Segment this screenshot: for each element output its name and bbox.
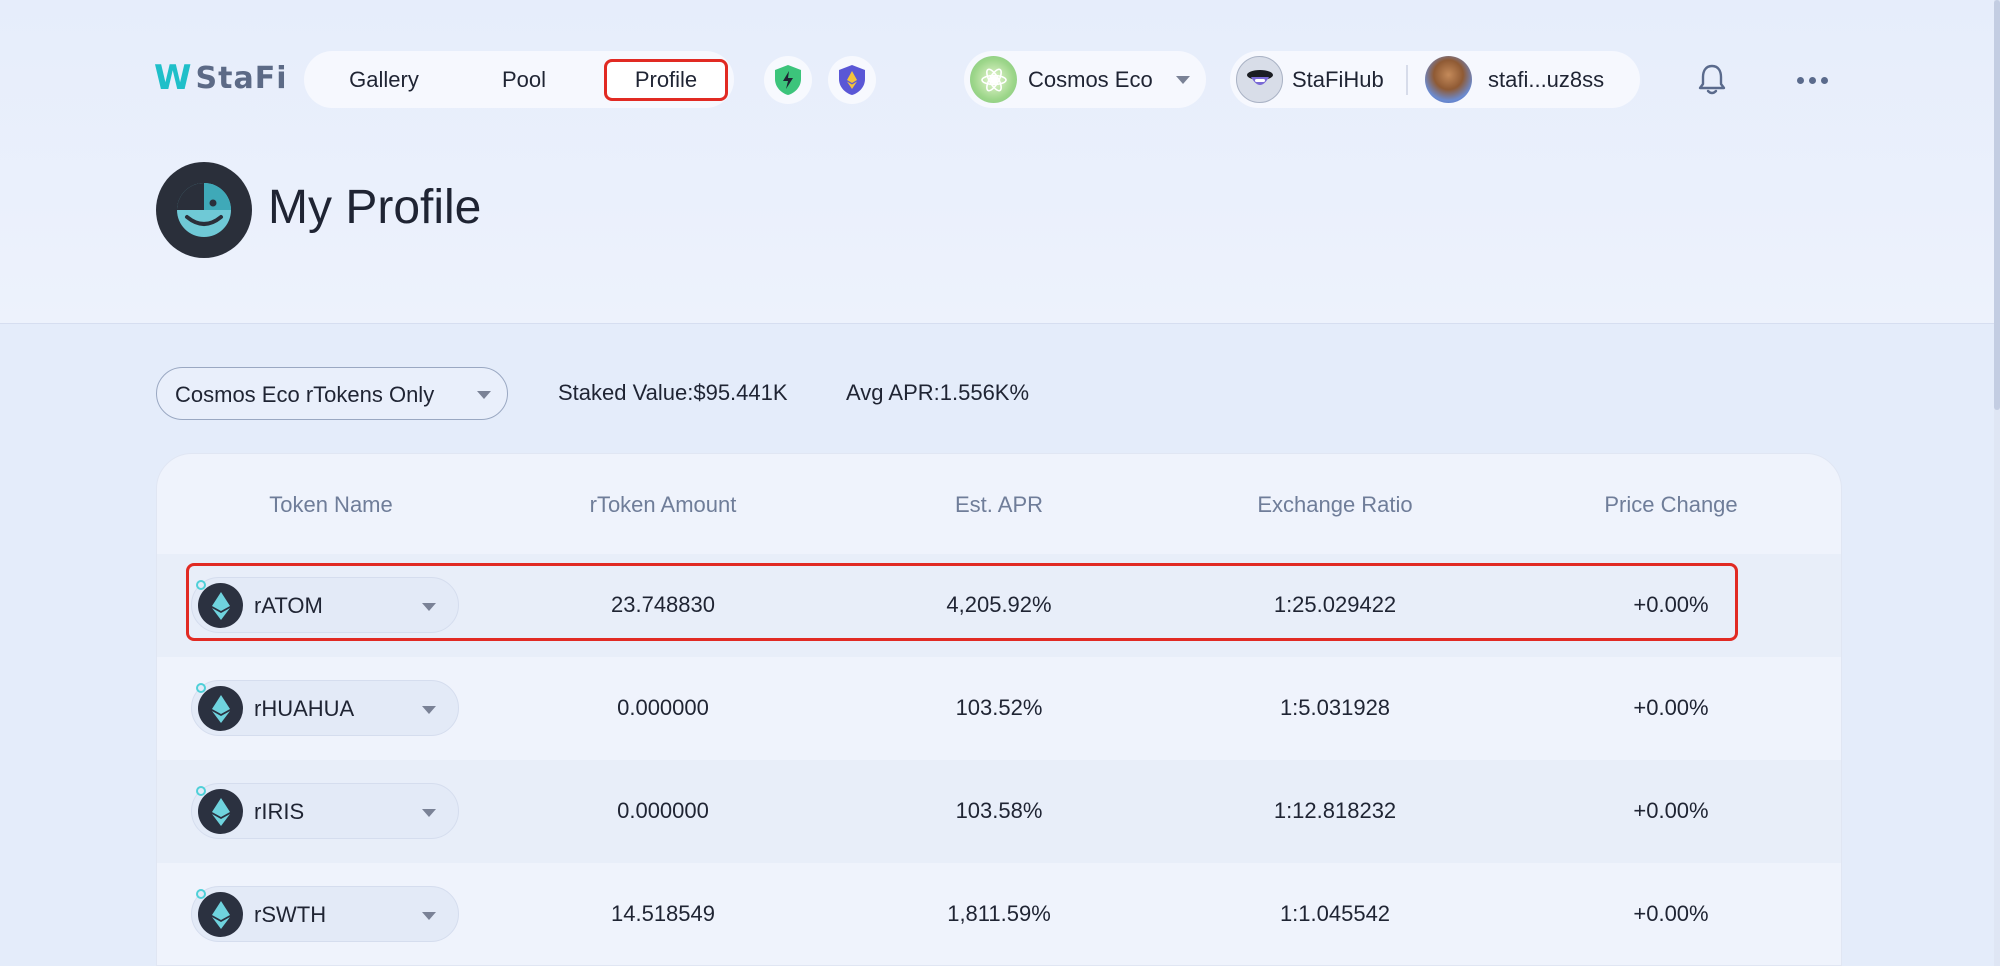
token-name: rSWTH bbox=[254, 902, 327, 927]
rtoken-filter-select[interactable]: Cosmos Eco rTokens Only bbox=[156, 367, 508, 420]
chevron-down-icon bbox=[477, 391, 491, 399]
chevron-down-icon bbox=[422, 912, 436, 920]
token-amount: 0.000000 bbox=[617, 798, 709, 823]
account-divider bbox=[1406, 65, 1408, 95]
more-icon bbox=[1796, 76, 1804, 84]
bell-icon bbox=[1698, 64, 1726, 95]
token-badge-dot bbox=[196, 683, 206, 693]
token-badge-dot bbox=[196, 889, 206, 899]
header-apr: Est. APR bbox=[954, 492, 1044, 517]
token-price-change: +0.00% bbox=[1633, 592, 1709, 617]
user-avatar[interactable] bbox=[1425, 56, 1472, 103]
table-row[interactable]: rHUAHUA 0.000000 103.52% 1:5.031928 +0.0… bbox=[157, 657, 1841, 760]
scrollbar-thumb[interactable] bbox=[1994, 0, 2000, 410]
token-apr: 4,205.92% bbox=[946, 592, 1052, 617]
token-name: rIRIS bbox=[254, 799, 305, 824]
stafi-logo[interactable]: W StaFi bbox=[154, 58, 288, 98]
nav-pool[interactable]: Pool bbox=[472, 59, 576, 101]
token-price-change: +0.00% bbox=[1633, 798, 1709, 823]
eth-token-icon bbox=[198, 892, 243, 937]
chevron-down-icon bbox=[422, 603, 436, 611]
token-badge-dot bbox=[196, 580, 206, 590]
chevron-down-icon bbox=[1176, 76, 1190, 84]
more-menu-button[interactable] bbox=[1790, 60, 1834, 100]
nav-profile[interactable]: Profile bbox=[604, 59, 728, 101]
page-scrollbar[interactable] bbox=[1994, 0, 2000, 966]
stafihub-icon bbox=[1236, 56, 1283, 103]
filter-selected-value: Cosmos Eco rTokens Only bbox=[175, 382, 435, 407]
token-apr: 103.58% bbox=[955, 798, 1043, 823]
eth-token-icon bbox=[198, 686, 243, 731]
token-ratio: 1:25.029422 bbox=[1273, 592, 1397, 617]
staked-value: Staked Value:$95.441K bbox=[558, 380, 788, 405]
cosmos-eco-icon bbox=[970, 56, 1017, 103]
token-price-change: +0.00% bbox=[1633, 901, 1709, 926]
token-name: rATOM bbox=[254, 593, 323, 618]
token-price-change: +0.00% bbox=[1633, 695, 1709, 720]
eth-token-icon bbox=[198, 583, 243, 628]
token-name: rHUAHUA bbox=[254, 696, 355, 721]
token-ratio: 1:12.818232 bbox=[1273, 798, 1397, 823]
header-band bbox=[0, 0, 2000, 324]
rtoken-table: Token Name rToken Amount Est. APR Exchan… bbox=[156, 453, 1842, 966]
token-selector[interactable]: rSWTH bbox=[191, 886, 459, 942]
header-ratio: Exchange Ratio bbox=[1257, 492, 1413, 517]
eco-selector[interactable]: Cosmos Eco bbox=[964, 51, 1206, 108]
header-token-name: Token Name bbox=[269, 492, 393, 517]
token-amount: 23.748830 bbox=[611, 592, 715, 617]
table-row[interactable]: rATOM 23.748830 4,205.92% 1:25.029422 +0… bbox=[157, 554, 1841, 657]
token-apr: 1,811.59% bbox=[947, 901, 1051, 926]
hub-label[interactable]: StaFiHub bbox=[1292, 67, 1384, 93]
shield-eth-button[interactable] bbox=[828, 56, 876, 104]
more-icon bbox=[1808, 76, 1816, 84]
account-address[interactable]: stafi...uz8ss bbox=[1488, 67, 1604, 93]
token-selector[interactable]: rIRIS bbox=[191, 783, 459, 839]
token-selector[interactable]: rHUAHUA bbox=[191, 680, 459, 736]
nav-gallery[interactable]: Gallery bbox=[324, 59, 444, 101]
logo-mark: W bbox=[154, 58, 191, 98]
eco-selector-label: Cosmos Eco bbox=[1028, 67, 1153, 92]
token-amount: 14.518549 bbox=[611, 901, 715, 926]
avg-apr: Avg APR:1.556K% bbox=[846, 380, 1030, 405]
table-row[interactable]: rIRIS 0.000000 103.58% 1:12.818232 +0.00… bbox=[157, 760, 1841, 863]
shield-bolt-button[interactable] bbox=[764, 56, 812, 104]
logo-word: StaFi bbox=[195, 60, 288, 96]
main-nav: Gallery Pool Profile bbox=[304, 51, 734, 108]
token-amount: 0.000000 bbox=[617, 695, 709, 720]
shield-bolt-icon bbox=[775, 65, 801, 95]
token-ratio: 1:1.045542 bbox=[1279, 901, 1391, 926]
profile-avatar bbox=[156, 162, 252, 258]
more-icon bbox=[1820, 76, 1828, 84]
token-selector[interactable]: rATOM bbox=[191, 577, 459, 633]
shield-eth-icon bbox=[839, 65, 865, 95]
chevron-down-icon bbox=[422, 809, 436, 817]
header-amount: rToken Amount bbox=[589, 492, 737, 517]
eth-token-icon bbox=[198, 789, 243, 834]
page-title: My Profile bbox=[268, 181, 482, 234]
token-ratio: 1:5.031928 bbox=[1279, 695, 1391, 720]
chevron-down-icon bbox=[422, 706, 436, 714]
table-row[interactable]: rSWTH 14.518549 1,811.59% 1:1.045542 +0.… bbox=[157, 863, 1841, 965]
token-badge-dot bbox=[196, 786, 206, 796]
header-price-change: Price Change bbox=[1604, 492, 1738, 517]
token-apr: 103.52% bbox=[955, 695, 1043, 720]
notifications-button[interactable] bbox=[1692, 60, 1732, 100]
account-pill[interactable]: StaFiHub stafi...uz8ss bbox=[1230, 51, 1640, 108]
